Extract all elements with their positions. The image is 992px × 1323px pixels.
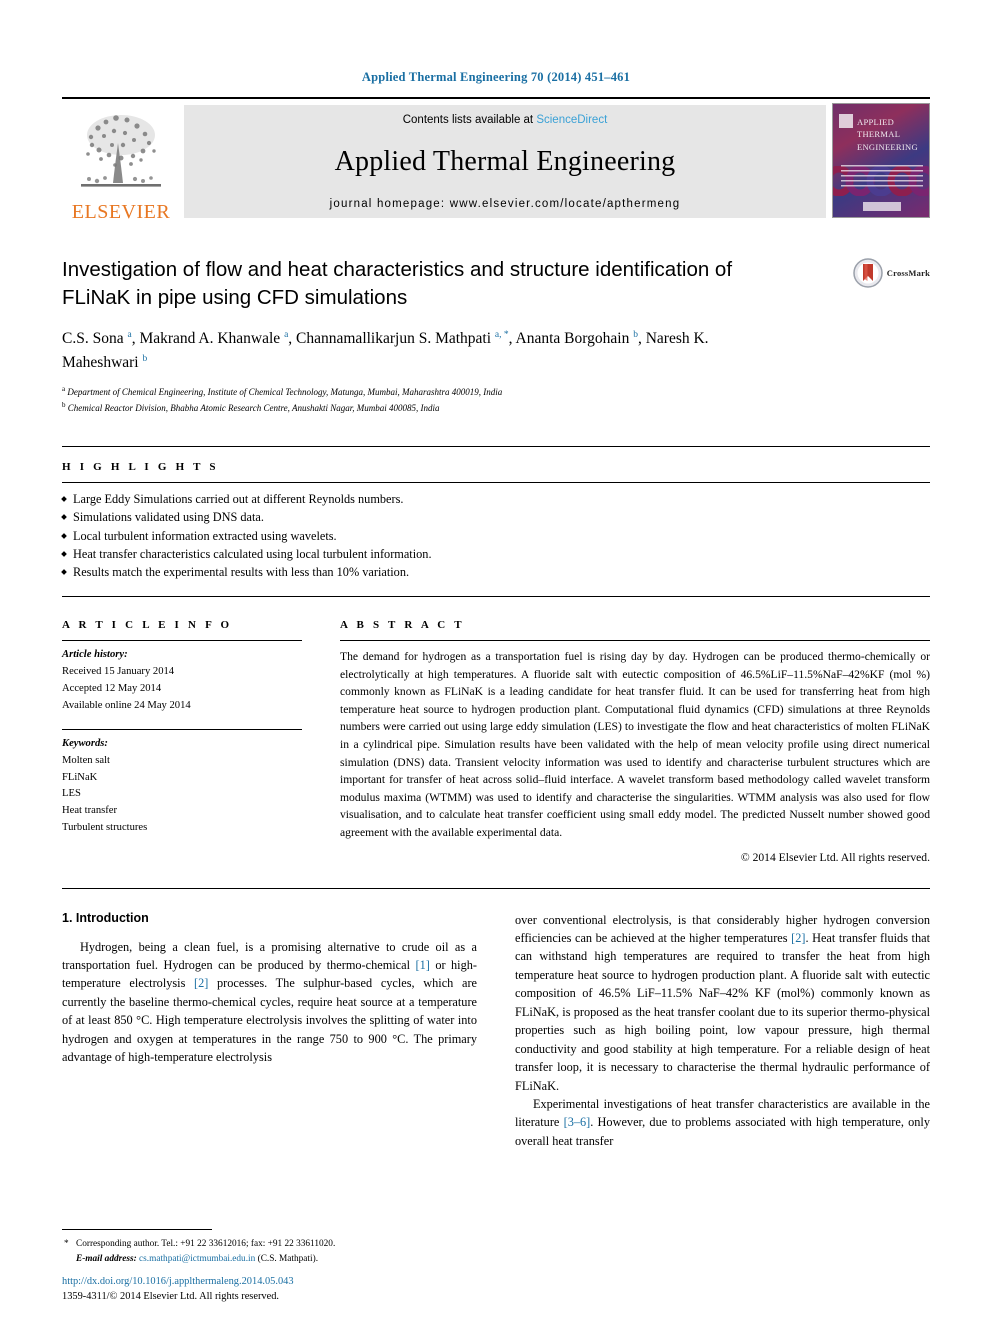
journal-homepage-line[interactable]: journal homepage: www.elsevier.com/locat… <box>330 198 681 210</box>
keyword-item: Molten salt <box>62 754 110 766</box>
page-footer: http://dx.doi.org/10.1016/j.applthermale… <box>62 1274 294 1305</box>
article-page: Applied Thermal Engineering 70 (2014) 45… <box>0 0 992 1323</box>
highlight-item: Heat transfer characteristics calculated… <box>62 545 930 563</box>
body-columns: 1. Introduction Hydrogen, being a clean … <box>62 911 930 1151</box>
author-affil-mark: b <box>142 353 148 364</box>
author-affil-mark: a <box>284 330 289 341</box>
article-history-label: Article history: <box>62 648 128 660</box>
article-info-heading: A R T I C L E I N F O <box>62 618 233 631</box>
intro-paragraph-right-1: over conventional electrolysis, is that … <box>515 912 930 1093</box>
author-item: Makrand A. Khanwale a <box>139 330 289 348</box>
doi-link[interactable]: http://dx.doi.org/10.1016/j.applthermale… <box>62 1274 294 1290</box>
journal-cover-thumbnail: APPLIED THERMAL ENGINEERING <box>832 103 930 218</box>
body-column-left: 1. Introduction Hydrogen, being a clean … <box>62 911 477 1151</box>
citation-ref[interactable]: [2] <box>791 931 805 945</box>
affiliation-item: b Chemical Reactor Division, Bhabha Atom… <box>62 400 440 413</box>
email-label: E-mail address: <box>76 1254 137 1265</box>
highlight-item: Results match the experimental results w… <box>62 563 930 581</box>
intro-paragraph-left: Hydrogen, being a clean fuel, is a promi… <box>62 939 477 1065</box>
article-info-column: A R T I C L E I N F O Article history: R… <box>62 619 302 864</box>
highlight-item: Simulations validated using DNS data. <box>62 508 930 526</box>
info-abstract-section: A R T I C L E I N F O Article history: R… <box>62 619 930 864</box>
abstract-copyright: © 2014 Elsevier Ltd. All rights reserved… <box>740 850 930 864</box>
journal-masthead: ELSEVIER Contents lists available at Sci… <box>62 97 930 222</box>
abstract-text: The demand for hydrogen as a transportat… <box>340 649 930 839</box>
article-title: Investigation of flow and heat character… <box>62 258 733 309</box>
citation-ref[interactable]: [2] <box>194 976 208 990</box>
author-affil-mark: a <box>127 330 132 341</box>
history-item: Received 15 January 2014 <box>62 665 175 677</box>
cover-title: APPLIED THERMAL ENGINEERING <box>857 117 918 152</box>
intro-paragraph-right-2: Experimental investigations of heat tran… <box>515 1096 930 1148</box>
footnote-block: * Corresponding author. Tel.: +91 22 336… <box>62 1229 482 1267</box>
keywords-label: Keywords: <box>62 737 108 749</box>
journal-banner: Contents lists available at ScienceDirec… <box>184 105 826 218</box>
corresponding-author-text: Corresponding author. Tel.: +91 22 33612… <box>76 1239 336 1250</box>
highlights-list: Large Eddy Simulations carried out at di… <box>62 483 930 582</box>
author-affil-mark: b <box>633 330 638 341</box>
journal-title: Applied Thermal Engineering <box>334 146 676 177</box>
issn-copyright-line: 1359-4311/© 2014 Elsevier Ltd. All right… <box>62 1291 280 1303</box>
author-item: Channamallikarjun S. Mathpati a, * <box>296 330 509 348</box>
body-column-right: over conventional electrolysis, is that … <box>515 911 930 1151</box>
article-history: Article history: Received 15 January 201… <box>62 641 302 715</box>
abstract-heading: A B S T R A C T <box>340 618 465 631</box>
elsevier-tree-icon <box>81 115 161 187</box>
email-owner: (C.S. Mathpati). <box>257 1254 319 1265</box>
citation-ref[interactable]: [3–6] <box>564 1115 591 1129</box>
keyword-item: LES <box>62 788 81 800</box>
author-item: C.S. Sona a <box>62 330 132 348</box>
section-title-introduction: 1. Introduction <box>62 910 149 925</box>
contents-prefix: Contents lists available at <box>402 114 537 126</box>
highlight-item: Local turbulent information extracted us… <box>62 527 930 545</box>
email-link[interactable]: cs.mathpati@ictmumbai.edu.in <box>139 1254 255 1264</box>
keyword-item: Heat transfer <box>62 805 117 817</box>
elsevier-wordmark: ELSEVIER <box>71 201 171 223</box>
affiliation-item: a Department of Chemical Engineering, In… <box>62 384 503 397</box>
keywords-block: Keywords: Molten salt FLiNaK LES Heat tr… <box>62 730 302 838</box>
running-head: Applied Thermal Engineering 70 (2014) 45… <box>361 70 631 84</box>
crossmark-badge[interactable]: CrossMark <box>853 258 930 288</box>
asterisk-icon: * <box>64 1239 69 1250</box>
keyword-item: Turbulent structures <box>62 822 148 834</box>
affiliations: a Department of Chemical Engineering, In… <box>62 384 930 416</box>
crossmark-label: CrossMark <box>886 268 930 278</box>
sciencedirect-link[interactable]: ScienceDirect <box>536 114 607 126</box>
history-item: Accepted 12 May 2014 <box>62 682 162 694</box>
highlight-item: Large Eddy Simulations carried out at di… <box>62 490 930 508</box>
citation-ref[interactable]: [1] <box>416 958 430 972</box>
corresponding-author-note: * Corresponding author. Tel.: +91 22 336… <box>62 1237 482 1267</box>
title-block: CrossMark Investigation of flow and heat… <box>62 256 930 416</box>
author-list: C.S. Sona a, Makrand A. Khanwale a, Chan… <box>62 330 709 371</box>
author-affil-mark: a, * <box>494 330 509 341</box>
contents-available-line: Contents lists available at ScienceDirec… <box>403 114 608 126</box>
elsevier-logo: ELSEVIER <box>62 99 180 222</box>
highlights-bottom-rule <box>62 595 930 597</box>
author-item: Ananta Borgohain b <box>515 330 638 348</box>
history-item: Available online 24 May 2014 <box>62 699 191 711</box>
body-top-rule <box>62 887 930 889</box>
abstract-column: A B S T R A C T The demand for hydrogen … <box>340 619 930 864</box>
footnote-rule <box>62 1229 212 1231</box>
cover-elsevier-icon <box>839 114 853 128</box>
cover-footer-band <box>863 202 901 211</box>
cover-text-block <box>841 165 923 187</box>
highlights-heading: H I G H L I G H T S <box>62 460 219 473</box>
keyword-item: FLiNaK <box>62 771 98 783</box>
crossmark-icon <box>853 258 883 288</box>
